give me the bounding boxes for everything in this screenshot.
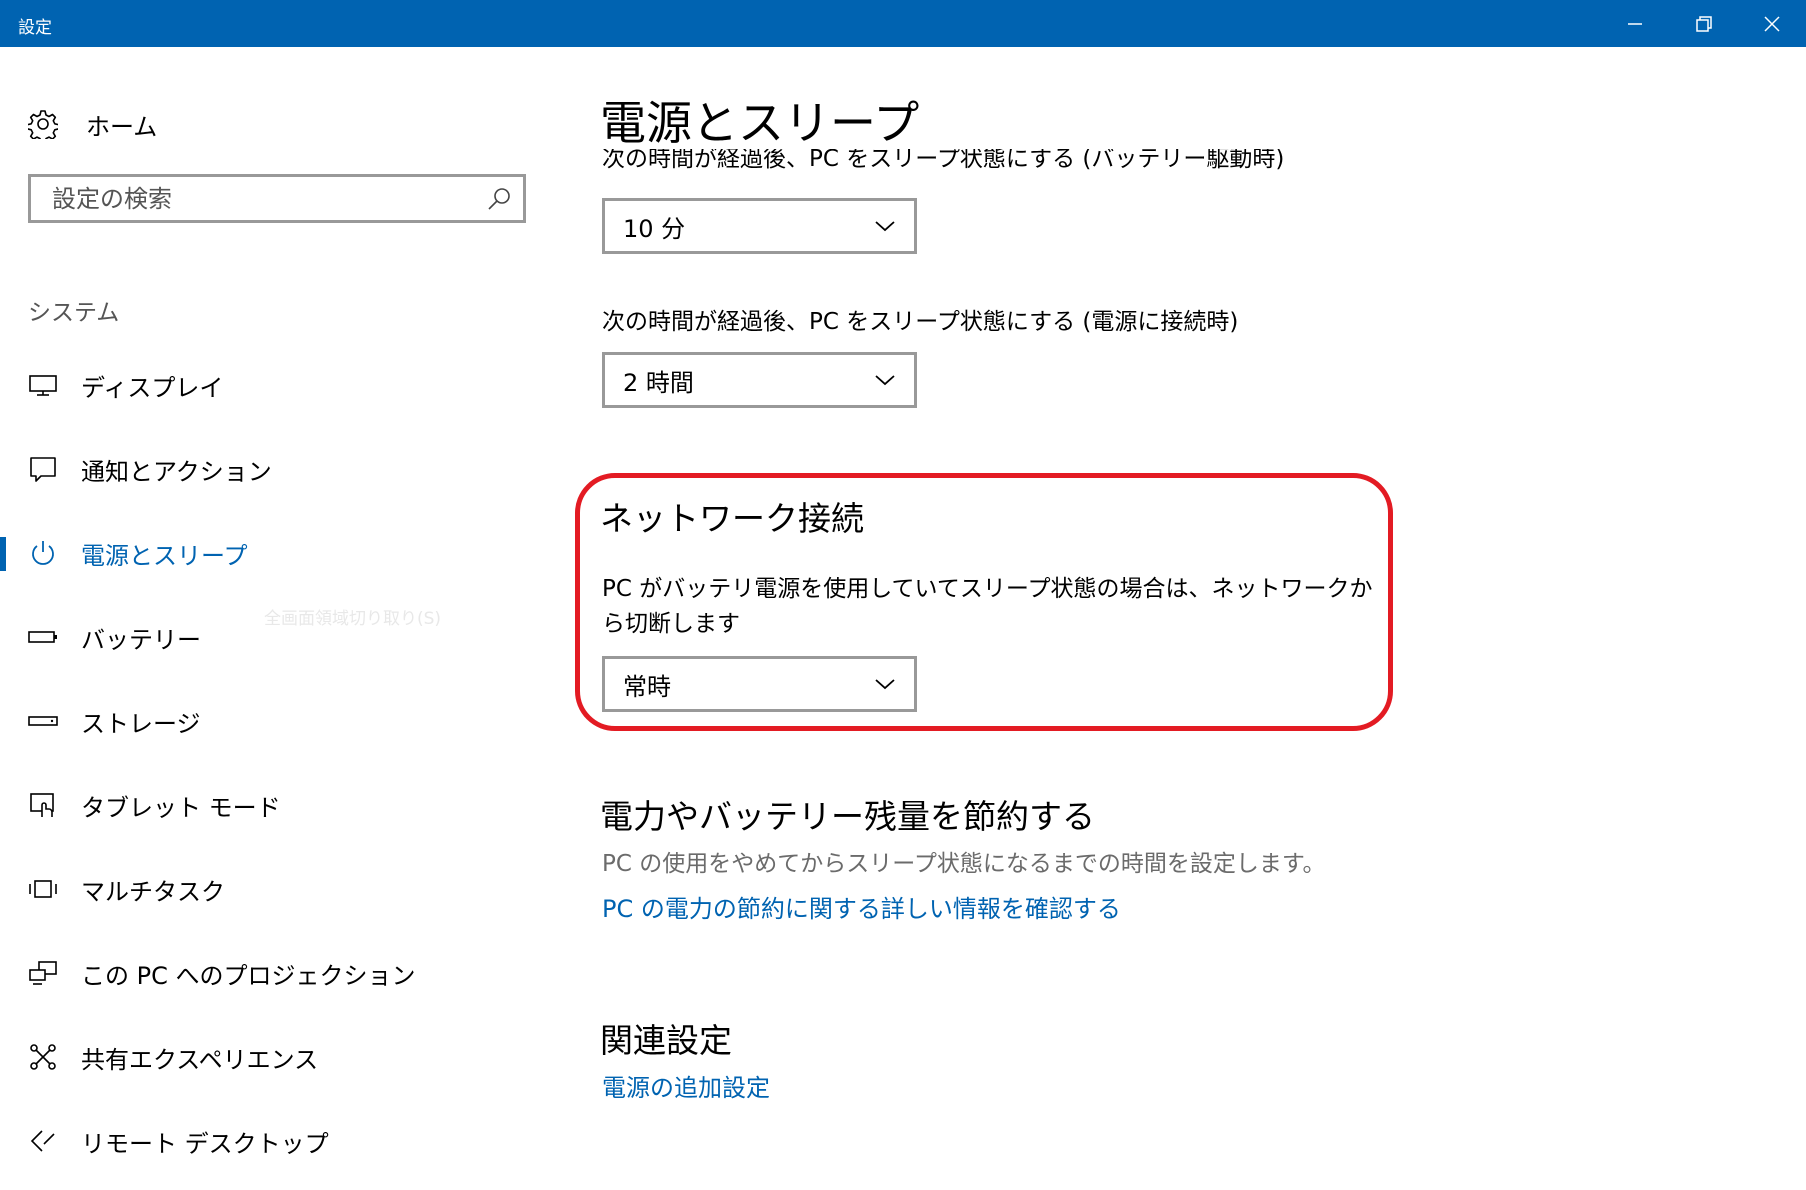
- display-icon: [25, 367, 61, 403]
- chevron-down-icon: [875, 679, 895, 690]
- network-description: PC がバッテリ電源を使用していてスリープ状態の場合は、ネットワークから切断しま…: [602, 576, 1373, 637]
- sidebar-item-remote-desktop[interactable]: リモート デスクトップ: [0, 1113, 560, 1169]
- restore-button[interactable]: [1669, 0, 1738, 47]
- sidebar-item-label: ディスプレイ: [81, 373, 224, 402]
- active-indicator: [0, 537, 6, 571]
- battery-sleep-dropdown[interactable]: 10 分: [602, 198, 917, 254]
- plugged-sleep-dropdown[interactable]: 2 時間: [602, 352, 917, 408]
- battery-sleep-label-clip: 次の時間が経過後、PC をスリープ状態にする (バッテリー駆動時): [600, 149, 1400, 181]
- window-title: 設定: [18, 18, 52, 38]
- power-save-description: PC の使用をやめてからスリープ状態になるまでの時間を設定します。: [602, 851, 1326, 877]
- ghost-tooltip: 全画面領域切り取り(S): [264, 609, 442, 629]
- power-save-title: 電力やバッテリー残量を節約する: [600, 797, 1095, 836]
- network-value: 常時: [623, 672, 671, 701]
- additional-power-settings-link[interactable]: 電源の追加設定: [602, 1068, 770, 1103]
- close-icon: [1763, 15, 1780, 32]
- home-label: ホーム: [86, 112, 158, 141]
- sidebar-item-label: 通知とアクション: [81, 457, 272, 486]
- related-settings-title: 関連設定: [600, 1021, 732, 1060]
- tablet-mode-icon: [25, 787, 61, 823]
- power-save-info-link[interactable]: PC の電力の節約に関する詳しい情報を確認する: [602, 889, 1121, 924]
- search-box: [28, 174, 526, 223]
- sidebar-item-label: この PC へのプロジェクション: [81, 961, 416, 990]
- network-dropdown[interactable]: 常時: [602, 656, 917, 712]
- close-button[interactable]: [1737, 0, 1806, 47]
- sidebar-item-tablet-mode[interactable]: タブレット モード: [0, 777, 560, 833]
- battery-icon: [25, 619, 61, 655]
- page-title: 電源とスリープ: [600, 96, 920, 150]
- chevron-down-icon: [875, 221, 895, 232]
- main-content: 電源とスリープ 次の時間が経過後、PC をスリープ状態にする (バッテリー駆動時…: [600, 47, 1750, 1190]
- sidebar-item-notifications[interactable]: 通知とアクション: [0, 441, 560, 497]
- sidebar: ホーム システム ディスプレイ 通知とアクション 電源とスリープ バッテリー: [0, 47, 560, 1190]
- search-icon[interactable]: [485, 185, 513, 213]
- sidebar-item-multitasking[interactable]: マルチタスク: [0, 861, 560, 917]
- projection-icon: [25, 955, 61, 991]
- sidebar-item-label: リモート デスクトップ: [81, 1129, 329, 1158]
- remote-desktop-icon: [25, 1123, 61, 1159]
- power-icon: [25, 535, 61, 571]
- search-input[interactable]: [31, 176, 485, 221]
- chevron-down-icon: [875, 375, 895, 386]
- section-title: システム: [28, 300, 120, 326]
- battery-sleep-label: 次の時間が経過後、PC をスリープ状態にする (バッテリー駆動時): [602, 149, 1285, 172]
- sidebar-item-label: ストレージ: [81, 709, 201, 738]
- multitask-icon: [25, 871, 61, 907]
- plugged-sleep-label: 次の時間が経過後、PC をスリープ状態にする (電源に接続時): [602, 309, 1239, 335]
- minimize-button[interactable]: [1600, 0, 1669, 47]
- sidebar-item-label: バッテリー: [81, 625, 201, 654]
- notification-icon: [25, 451, 61, 487]
- sidebar-item-label: 電源とスリープ: [81, 541, 248, 570]
- sidebar-home[interactable]: ホーム: [28, 104, 157, 144]
- sidebar-item-power-sleep[interactable]: 電源とスリープ: [0, 525, 560, 581]
- sidebar-item-label: 共有エクスペリエンス: [81, 1045, 319, 1074]
- gear-icon: [28, 110, 58, 139]
- plugged-sleep-value: 2 時間: [623, 368, 694, 397]
- sidebar-item-label: タブレット モード: [81, 793, 281, 822]
- battery-sleep-value: 10 分: [623, 214, 686, 243]
- sidebar-item-display[interactable]: ディスプレイ: [0, 357, 560, 413]
- sidebar-item-shared-experiences[interactable]: 共有エクスペリエンス: [0, 1029, 560, 1085]
- sidebar-item-label: マルチタスク: [81, 877, 225, 906]
- restore-icon: [1695, 15, 1712, 32]
- sidebar-item-storage[interactable]: ストレージ: [0, 693, 560, 749]
- title-bar: 設定: [0, 0, 1806, 47]
- minimize-icon: [1627, 22, 1642, 25]
- sidebar-item-projection[interactable]: この PC へのプロジェクション: [0, 945, 560, 1001]
- storage-icon: [25, 703, 61, 739]
- shared-experience-icon: [25, 1039, 61, 1075]
- network-section-title: ネットワーク接続: [600, 499, 864, 538]
